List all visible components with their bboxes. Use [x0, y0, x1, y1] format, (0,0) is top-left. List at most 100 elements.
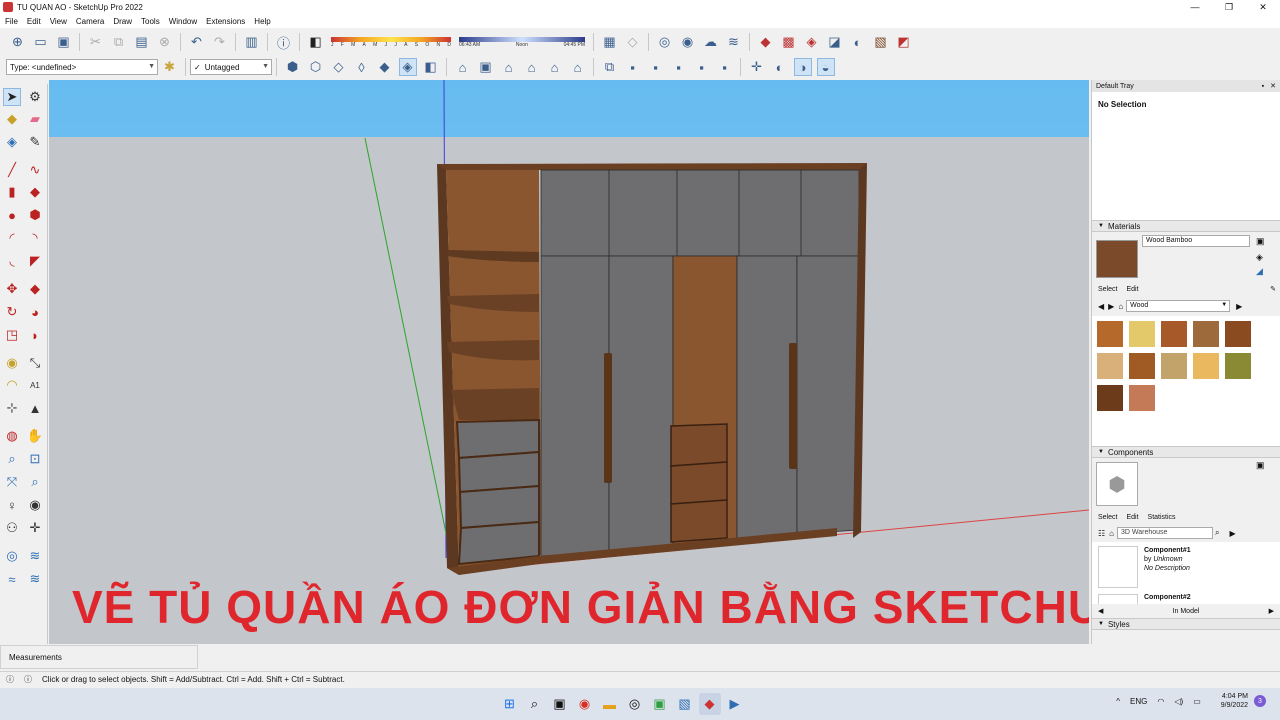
app-icon[interactable]: ▶ — [724, 693, 746, 715]
menu-edit[interactable]: Edit — [27, 17, 41, 26]
menu-draw[interactable]: Draw — [113, 17, 132, 26]
walk-tool-icon[interactable]: ⚇ — [3, 519, 21, 537]
section-fill-icon[interactable]: ◒ — [816, 58, 835, 76]
eyedropper-icon[interactable]: ✎ — [1270, 285, 1276, 293]
material-swatch[interactable] — [1129, 321, 1155, 347]
material-name-field[interactable]: Wood Bamboo — [1142, 235, 1250, 247]
menu-camera[interactable]: Camera — [76, 17, 104, 26]
advanced-camera-icon[interactable]: ◎ — [656, 33, 674, 51]
tab-select[interactable]: Select — [1098, 514, 1117, 521]
back-edges-icon[interactable]: ⬡ — [307, 58, 325, 76]
chevron-up-icon[interactable]: ^ — [1116, 697, 1120, 706]
rectangle-tool-icon[interactable]: ▮ — [3, 183, 21, 201]
sandbox-icon[interactable]: ≋ — [725, 33, 743, 51]
back-arrow-icon[interactable]: ◀ — [1098, 302, 1104, 311]
photos-icon[interactable]: ▧ — [674, 693, 696, 715]
circle-tool-icon[interactable]: ● — [3, 206, 21, 224]
arc-tool-icon[interactable]: ◜ — [3, 229, 21, 247]
search-icon[interactable]: ⌕ — [1215, 528, 1219, 538]
pie-tool-icon[interactable]: ◤ — [26, 252, 44, 270]
axes-tool-icon[interactable]: ⊹ — [3, 399, 21, 417]
component-name[interactable]: Component#2 — [1144, 594, 1191, 601]
pan-tool-icon[interactable]: ✋ — [26, 427, 44, 445]
menu-file[interactable]: File — [5, 17, 18, 26]
look-through-icon[interactable]: ☁ — [702, 33, 720, 51]
shadow-month-slider[interactable]: J F M A M J J A S O N D — [331, 36, 451, 48]
file-explorer-icon[interactable]: ▬ — [599, 693, 621, 715]
zoom-extents-icon[interactable]: ⤧ — [3, 473, 21, 491]
menu-window[interactable]: Window — [169, 17, 197, 26]
rotate-tool-icon[interactable]: ↻ — [3, 303, 21, 321]
library-select[interactable]: Wood ▼ — [1126, 300, 1231, 312]
material-swatch[interactable] — [1161, 321, 1187, 347]
share-model-icon[interactable]: ◇ — [624, 33, 642, 51]
flip-icon[interactable]: ◪ — [826, 33, 844, 51]
dimension-tool-icon[interactable]: ⤡ — [26, 354, 44, 372]
minimize-button[interactable]: — — [1178, 0, 1212, 14]
print-icon[interactable]: ▥ — [243, 33, 261, 51]
volume-icon[interactable]: ◁) — [1174, 697, 1183, 706]
save-icon[interactable]: ▣ — [55, 33, 73, 51]
list-item[interactable]: Component#1 by Unknown No Description — [1144, 546, 1191, 573]
close-button[interactable]: ✕ — [1246, 0, 1280, 14]
sketchup-taskbar-icon[interactable]: ◆ — [698, 693, 721, 715]
xray-icon[interactable]: ⬢ — [284, 58, 302, 76]
two-point-arc-icon[interactable]: ◝ — [26, 229, 44, 247]
materials-section-header[interactable]: ▼ Materials — [1092, 220, 1280, 232]
offset-tool-icon[interactable]: ◗ — [26, 326, 44, 344]
type-combo[interactable]: Type: <undefined> ▼ — [6, 59, 158, 75]
solid-tools-icon[interactable]: ◈ — [803, 33, 821, 51]
component-details-icon[interactable]: ▣ — [1256, 460, 1265, 471]
tag-tool-icon[interactable]: ◈ — [3, 133, 21, 151]
notification-badge[interactable]: 3 — [1254, 695, 1266, 707]
details-arrow-icon[interactable]: ▶ — [1230, 529, 1236, 538]
menu-tools[interactable]: Tools — [141, 17, 160, 26]
camera-target-icon[interactable]: ◉ — [679, 33, 697, 51]
intersect-icon[interactable]: ▪ — [624, 58, 642, 76]
three-point-arc-icon[interactable]: ◟ — [3, 252, 21, 270]
model-viewport[interactable]: VẼ TỦ QUẦN ÁO ĐƠN GIẢN BẰNG SKETCHUP — [49, 80, 1089, 644]
forward-arrow-icon[interactable]: ▶ — [1108, 302, 1114, 311]
forward-arrow-icon[interactable]: ▶ — [1269, 607, 1274, 615]
menu-extensions[interactable]: Extensions — [206, 17, 245, 26]
undo-icon[interactable]: ↶ — [188, 33, 206, 51]
paste-icon[interactable]: ▤ — [133, 33, 151, 51]
text-tool-icon[interactable]: A1 — [26, 376, 44, 394]
home-icon[interactable]: ⌂ — [1109, 529, 1114, 538]
shaded-icon[interactable]: ◆ — [376, 58, 394, 76]
tab-edit[interactable]: Edit — [1126, 514, 1138, 521]
tab-select[interactable]: Select — [1098, 286, 1117, 293]
tab-edit[interactable]: Edit — [1126, 286, 1138, 293]
search-icon[interactable]: ⌕ — [524, 693, 546, 715]
union-icon[interactable]: ⧉ — [601, 58, 619, 76]
restore-button[interactable]: ❐ — [1212, 0, 1246, 14]
eraser-tool-icon[interactable]: ▰ — [26, 110, 44, 128]
close-icon[interactable]: ✕ — [1270, 82, 1276, 90]
task-view-icon[interactable]: ▣ — [549, 693, 571, 715]
wifi-icon[interactable]: ◠ — [1157, 697, 1164, 706]
position-camera-icon[interactable]: ♀ — [3, 496, 21, 514]
split-icon[interactable]: ▪ — [693, 58, 711, 76]
material-swatch[interactable] — [1097, 385, 1123, 411]
right-view-icon[interactable]: ⌂ — [523, 58, 541, 76]
material-swatch[interactable] — [1097, 321, 1123, 347]
new-file-icon[interactable]: ⊕ — [9, 33, 27, 51]
battery-icon[interactable]: ▭ — [1193, 697, 1201, 706]
make-component-icon[interactable]: ⚙ — [26, 88, 44, 106]
protractor-icon[interactable]: ◠ — [3, 376, 21, 394]
texture-icon[interactable]: ▧ — [872, 33, 890, 51]
material-swatch[interactable] — [1225, 353, 1251, 379]
component-thumbnail[interactable] — [1098, 594, 1138, 604]
wardrobe-model[interactable] — [49, 80, 1089, 644]
3d-text-icon[interactable]: ▲ — [26, 399, 44, 417]
material-swatch[interactable] — [1097, 353, 1123, 379]
measurements-box[interactable]: Measurements — [0, 645, 198, 669]
line-tool-icon[interactable]: ╱ — [3, 161, 21, 179]
help-icon[interactable]: ⓘ — [6, 674, 14, 685]
zoom-tool-icon[interactable]: ⌕ — [3, 450, 21, 468]
follow-me-icon[interactable]: ◕ — [26, 303, 44, 321]
cut-icon[interactable]: ✂ — [87, 33, 105, 51]
sample-paint-icon[interactable]: ◢ — [1256, 266, 1263, 277]
select-tool-icon[interactable]: ➤ — [3, 88, 21, 106]
material-swatch[interactable] — [1129, 353, 1155, 379]
